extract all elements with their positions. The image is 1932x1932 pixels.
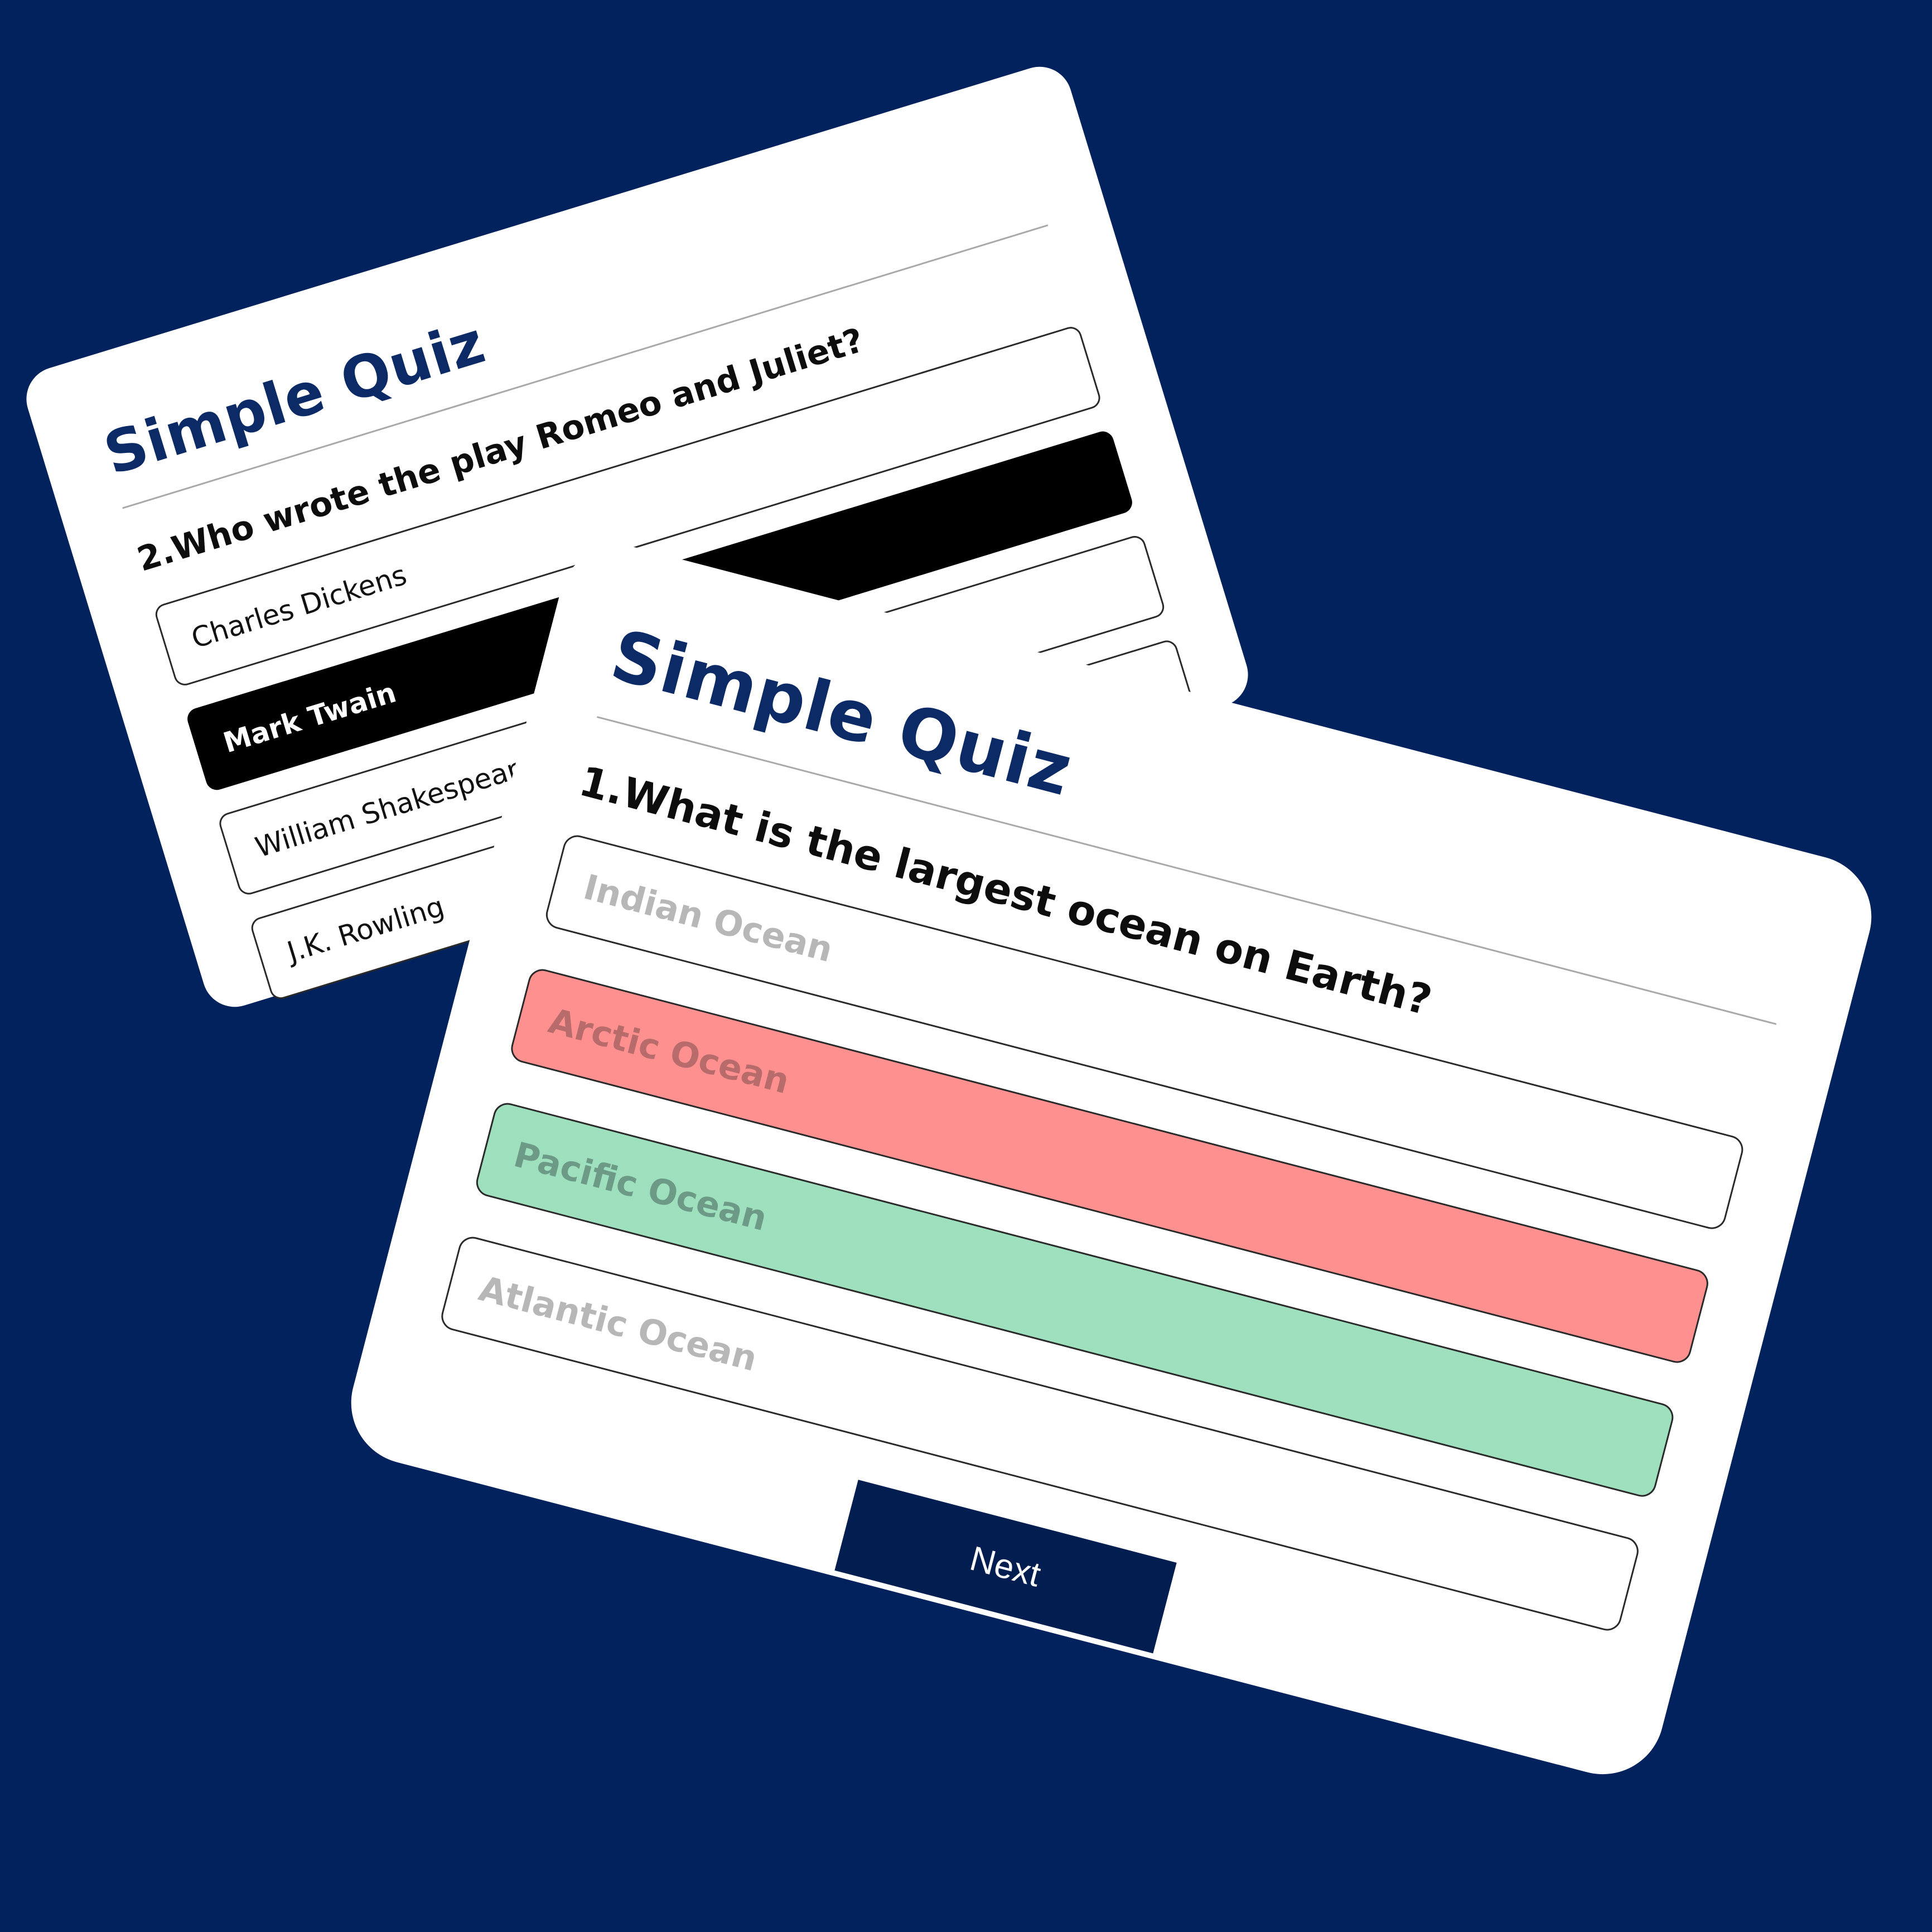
quiz-card-question-1: Simple Quiz 1.What is the largest ocean …: [337, 532, 1885, 1788]
answer-list: Indian Ocean Arctic Ocean Pacific Ocean …: [438, 832, 1747, 1634]
next-button[interactable]: Next: [834, 1480, 1177, 1654]
